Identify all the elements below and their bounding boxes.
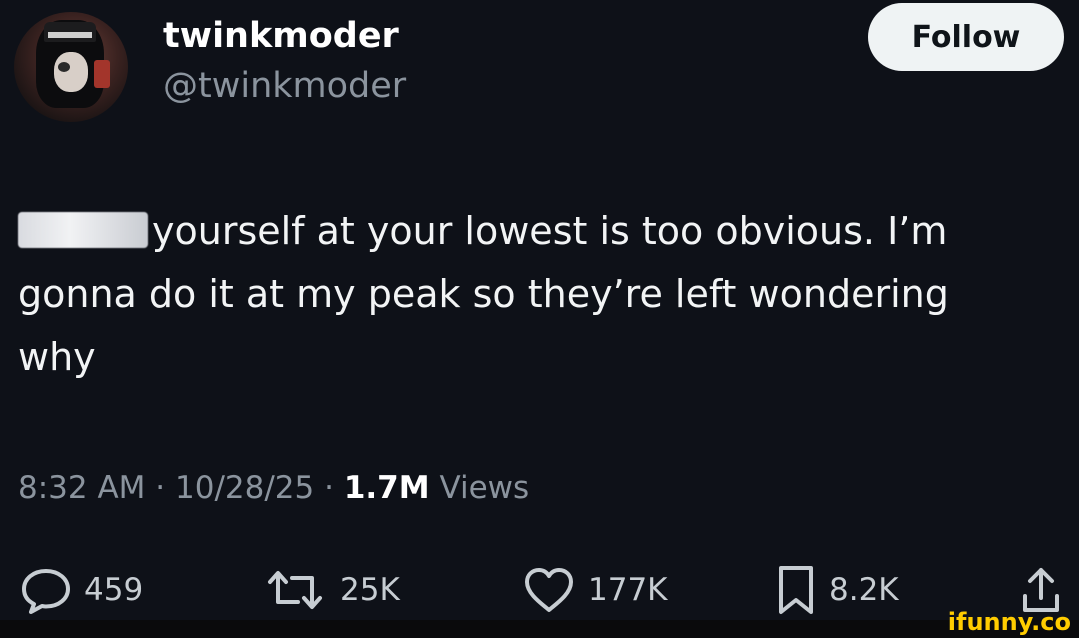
avatar-face: [54, 52, 88, 92]
tweet-text: yourself at your lowest is too obvious. …: [18, 200, 1063, 389]
repost-button[interactable]: 25K: [262, 560, 400, 620]
display-name[interactable]: twinkmoder: [163, 16, 399, 56]
bookmark-button[interactable]: 8.2K: [775, 560, 899, 620]
bookmark-icon: [779, 566, 813, 614]
views-label: Views: [439, 470, 530, 506]
avatar[interactable]: [14, 12, 128, 122]
censored-word: [18, 212, 148, 248]
avatar-eye: [58, 62, 70, 72]
reply-icon: [22, 569, 70, 614]
repost-count: 25K: [340, 572, 400, 608]
meta-separator: ·: [324, 470, 334, 506]
like-count: 177K: [588, 572, 668, 608]
tweet-line-3: why: [18, 335, 96, 379]
bookmark-count: 8.2K: [829, 572, 899, 608]
tweet-time[interactable]: 8:32 AM: [18, 470, 145, 506]
tweet-meta: 8:32 AM · 10/28/25 · 1.7M Views: [18, 470, 529, 506]
footer-bar: [0, 620, 1079, 638]
action-bar: 459 25K 177K 8.2K: [0, 560, 1079, 620]
like-button[interactable]: 177K: [522, 560, 668, 620]
tweet-line-1: yourself at your lowest is too obvious. …: [152, 209, 948, 253]
follow-button[interactable]: Follow: [868, 3, 1064, 71]
reply-button[interactable]: 459: [20, 560, 143, 620]
meta-separator: ·: [155, 470, 166, 506]
reply-count: 459: [84, 572, 144, 608]
like-icon: [525, 568, 573, 612]
avatar-phone: [94, 60, 110, 88]
repost-icon: [268, 571, 322, 609]
user-handle[interactable]: @twinkmoder: [163, 66, 406, 106]
tweet-line-2: gonna do it at my peak so they’re left w…: [18, 272, 949, 316]
avatar-hat-band: [48, 32, 92, 38]
tweet-date[interactable]: 10/28/25: [175, 470, 314, 506]
views-count: 1.7M: [343, 470, 430, 506]
watermark: ifunny.co: [947, 608, 1071, 636]
